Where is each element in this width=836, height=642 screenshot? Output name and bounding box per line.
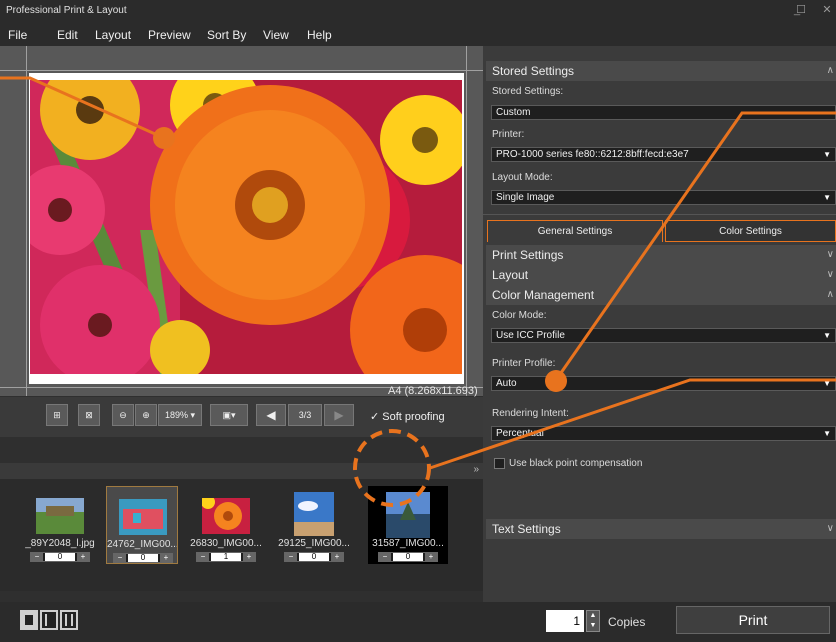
callout-marker [153,127,175,149]
callout-line [429,378,836,470]
callout-overlay [0,76,836,507]
soft-proofing-highlight-circle [353,429,431,507]
callout-line [0,76,165,140]
callout-marker [545,370,567,392]
callout-line [554,111,836,381]
